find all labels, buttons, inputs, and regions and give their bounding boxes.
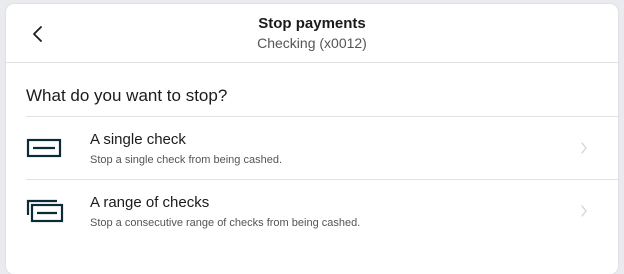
chevron-right-icon <box>581 205 587 217</box>
option-text: A single check Stop a single check from … <box>90 131 282 167</box>
option-single-check[interactable]: A single check Stop a single check from … <box>26 116 618 179</box>
option-range-of-checks[interactable]: A range of checks Stop a consecutive ran… <box>26 179 618 242</box>
options-list: A single check Stop a single check from … <box>26 116 618 242</box>
chevron-right-icon <box>581 142 587 154</box>
option-description: Stop a single check from being cashed. <box>90 154 283 166</box>
option-text: A range of checks Stop a consecutive ran… <box>90 194 360 230</box>
stop-payments-card: Stop payments Checking (x0012) What do y… <box>6 4 618 274</box>
page-title: Stop payments <box>258 15 366 32</box>
option-title: A range of checks <box>90 194 210 211</box>
question-heading: What do you want to stop? <box>26 86 228 105</box>
option-description: Stop a consecutive range of checks from … <box>90 217 361 229</box>
single-check-icon <box>26 138 62 158</box>
multiple-checks-icon <box>26 199 64 223</box>
account-subtitle: Checking (x0012) <box>257 35 367 51</box>
header: Stop payments Checking (x0012) <box>6 4 618 63</box>
option-title: A single check <box>90 131 186 148</box>
header-titles: Stop payments Checking (x0012) <box>6 14 618 53</box>
